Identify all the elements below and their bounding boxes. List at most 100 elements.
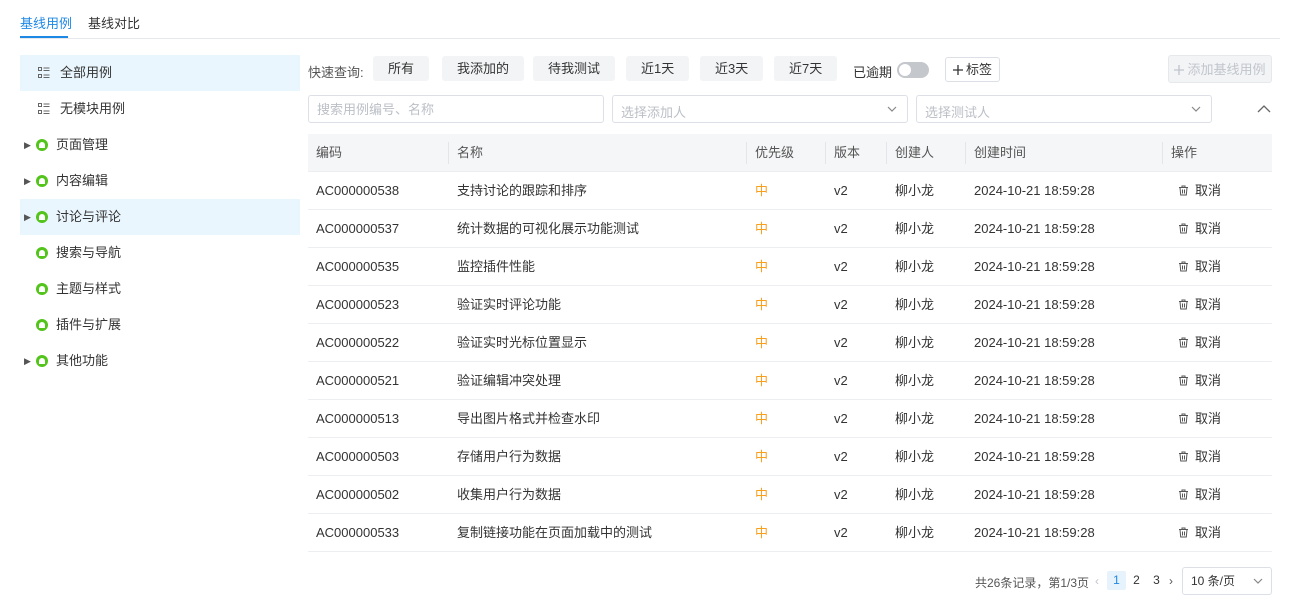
case-priority: 中	[755, 525, 769, 540]
cancel-button[interactable]: 取消	[1178, 362, 1221, 400]
case-name[interactable]: 支持讨论的跟踪和排序	[457, 172, 587, 210]
cancel-button[interactable]: 取消	[1178, 172, 1221, 210]
tab-baseline-compare[interactable]: 基线对比	[88, 13, 140, 32]
cancel-button[interactable]: 取消	[1178, 400, 1221, 438]
cancel-label: 取消	[1195, 449, 1222, 464]
quick-filter-1day[interactable]: 近1天	[626, 56, 690, 81]
case-creator: 柳小龙	[895, 449, 935, 464]
cancel-label: 取消	[1195, 487, 1222, 502]
case-name[interactable]: 统计数据的可视化展示功能测试	[457, 210, 639, 248]
table-row[interactable]: AC000000503 存储用户行为数据 中 v2 柳小龙 2024-10-21 18:5…	[308, 438, 1272, 476]
cancel-button[interactable]: 取消	[1178, 210, 1221, 248]
case-name[interactable]: 导出图片格式并检查水印	[457, 400, 600, 438]
sidebar-item-page-management[interactable]: ▶ 页面管理	[20, 127, 300, 163]
sidebar-item-all-cases[interactable]: 全部用例	[20, 55, 300, 91]
column-divider	[886, 142, 887, 164]
cancel-button[interactable]: 取消	[1178, 438, 1221, 476]
chevron-down-icon	[1253, 578, 1263, 584]
list-icon	[38, 103, 50, 114]
case-version: v2	[834, 335, 848, 350]
adder-select[interactable]: 选择添加人	[612, 95, 908, 123]
expand-caret-icon[interactable]: ▶	[24, 343, 31, 379]
sidebar-item-plugins-extensions[interactable]: 插件与扩展	[20, 307, 300, 343]
table-header: 编码 名称 优先级 版本 创建人 创建时间 操作	[308, 134, 1272, 172]
cancel-button[interactable]: 取消	[1178, 286, 1221, 324]
case-name[interactable]: 验证实时评论功能	[457, 286, 561, 324]
case-code: AC000000535	[316, 259, 400, 274]
quick-filter-all[interactable]: 所有	[373, 56, 430, 81]
col-code: 编码	[316, 145, 343, 160]
table-row[interactable]: AC000000523 验证实时评论功能 中 v2 柳小龙 2024-10-21 18:5…	[308, 286, 1272, 324]
cancel-button[interactable]: 取消	[1178, 514, 1221, 552]
quick-filter-3days[interactable]: 近3天	[700, 56, 764, 81]
module-icon	[36, 319, 48, 331]
table-row[interactable]: AC000000521 验证编辑冲突处理 中 v2 柳小龙 2024-10-21 18:5…	[308, 362, 1272, 400]
prev-page-icon[interactable]: ‹	[1095, 574, 1099, 588]
case-version: v2	[834, 221, 848, 236]
case-name[interactable]: 存储用户行为数据	[457, 438, 561, 476]
table-body: AC000000538 支持讨论的跟踪和排序中 v2 柳小龙 2024-10-21 18…	[308, 172, 1272, 552]
table-row[interactable]: AC000000538 支持讨论的跟踪和排序 中 v2 柳小龙 2024-10-21 18…	[308, 172, 1272, 210]
col-created-time: 创建时间	[974, 145, 1027, 160]
adder-select-placeholder: 选择添加人	[621, 105, 687, 120]
cancel-button[interactable]: 取消	[1178, 248, 1221, 286]
column-divider	[1162, 142, 1163, 164]
cancel-label: 取消	[1195, 335, 1222, 350]
case-creator: 柳小龙	[895, 297, 935, 312]
add-baseline-case-button[interactable]: 添加基线用例	[1168, 55, 1272, 83]
expand-caret-icon[interactable]: ▶	[24, 199, 31, 235]
case-name[interactable]: 收集用户行为数据	[457, 476, 561, 514]
page-2[interactable]: 2	[1127, 571, 1146, 590]
sidebar-item-label: 其他功能	[56, 353, 109, 368]
page-size-select[interactable]: 10 条/页	[1182, 567, 1272, 595]
trash-icon	[1179, 337, 1188, 348]
table-row[interactable]: AC000000513 导出图片格式并检查水印 中 v2 柳小龙 2024-10-21 1…	[308, 400, 1272, 438]
case-code: AC000000503	[316, 449, 400, 464]
search-input[interactable]	[309, 96, 603, 122]
quick-filter-7days[interactable]: 近7天	[774, 56, 838, 81]
module-icon	[36, 211, 48, 223]
tab-baseline-cases[interactable]: 基线用例	[20, 13, 72, 32]
case-code: AC000000522	[316, 335, 400, 350]
case-version: v2	[834, 297, 848, 312]
cancel-button[interactable]: 取消	[1178, 324, 1221, 362]
case-name[interactable]: 监控插件性能	[457, 248, 535, 286]
sidebar-item-discussion-comments[interactable]: ▶ 讨论与评论	[20, 199, 300, 235]
case-name[interactable]: 验证编辑冲突处理	[457, 362, 561, 400]
table-row[interactable]: AC000000535 监控插件性能 中 v2 柳小龙 2024-10-21 18:59:…	[308, 248, 1272, 286]
table-row[interactable]: AC000000537 统计数据的可视化展示功能测试 中 v2 柳小龙 2024-10-2…	[308, 210, 1272, 248]
collapse-filters-icon[interactable]	[1257, 104, 1271, 114]
module-icon	[36, 247, 48, 259]
sidebar-item-other-features[interactable]: ▶ 其他功能	[20, 343, 300, 379]
expand-caret-icon[interactable]: ▶	[24, 163, 31, 199]
case-creator: 柳小龙	[895, 221, 935, 236]
cancel-label: 取消	[1195, 297, 1222, 312]
case-name[interactable]: 验证实时光标位置显示	[457, 324, 587, 362]
tester-select[interactable]: 选择测试人	[916, 95, 1212, 123]
table-row[interactable]: AC000000533 复制链接功能在页面加载中的测试 中 v2 柳小龙 2024-10-…	[308, 514, 1272, 552]
expand-caret-icon[interactable]: ▶	[24, 127, 31, 163]
sidebar-item-search-navigation[interactable]: 搜索与导航	[20, 235, 300, 271]
sidebar-item-no-module-cases[interactable]: 无模块用例	[20, 91, 300, 127]
page-3[interactable]: 3	[1147, 571, 1166, 590]
case-code: AC000000502	[316, 487, 400, 502]
case-name[interactable]: 复制链接功能在页面加载中的测试	[457, 514, 652, 552]
sidebar-item-theme-style[interactable]: 主题与样式	[20, 271, 300, 307]
table-row[interactable]: AC000000502 收集用户行为数据 中 v2 柳小龙 2024-10-21 18:5…	[308, 476, 1272, 514]
cancel-button[interactable]: 取消	[1178, 476, 1221, 514]
case-creator: 柳小龙	[895, 411, 935, 426]
trash-icon	[1179, 489, 1188, 500]
col-priority: 优先级	[755, 145, 795, 160]
next-page-icon[interactable]: ›	[1169, 574, 1173, 588]
case-created-time: 2024-10-21 18:59:28	[974, 335, 1095, 350]
tag-button[interactable]: 标签	[945, 57, 1001, 82]
quick-filter-mine[interactable]: 我添加的	[442, 56, 525, 81]
case-priority: 中	[755, 221, 769, 236]
page-1[interactable]: 1	[1107, 571, 1126, 590]
sidebar-item-content-editing[interactable]: ▶ 内容编辑	[20, 163, 300, 199]
table-row[interactable]: AC000000522 验证实时光标位置显示 中 v2 柳小龙 2024-10-21 18…	[308, 324, 1272, 362]
overdue-toggle[interactable]	[897, 62, 929, 78]
page-size-value: 10 条/页	[1191, 574, 1236, 588]
quick-filter-to-test[interactable]: 待我测试	[533, 56, 616, 81]
sidebar-item-label: 讨论与评论	[56, 209, 122, 224]
